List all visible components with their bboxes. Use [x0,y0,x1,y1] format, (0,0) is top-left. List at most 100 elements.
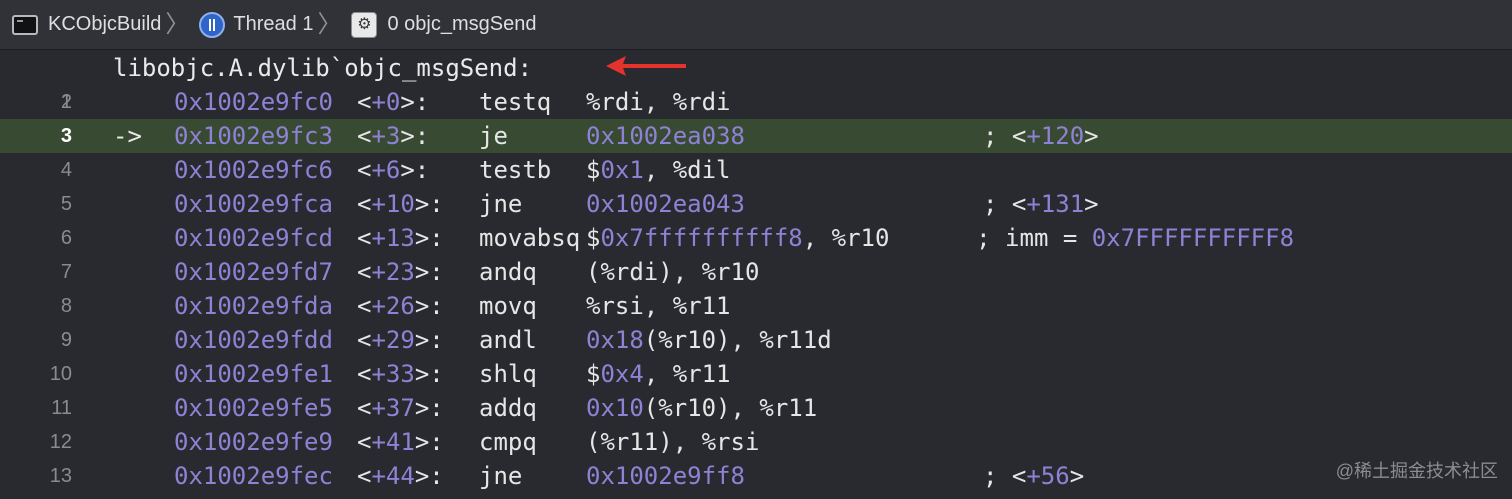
instruction-address: 0x1002e9fcd [174,224,333,252]
operand-part: (%r10), %r11d [643,326,832,354]
crumb-frame[interactable]: ⚙ 0 objc_msgSend [347,0,536,50]
line-number: 5 [60,193,72,215]
instruction-address: 0x1002e9fe1 [174,360,333,388]
instruction-address: 0x1002e9fca [174,190,333,218]
offset-close: >: [414,224,444,252]
instruction-address: 0x1002e9fc0 [174,88,333,116]
offset-close: >: [400,156,430,184]
offset-open: < [357,88,372,116]
operand-part: 0x18 [586,326,644,354]
line-number: 12 [49,431,72,453]
offset-close: >: [414,326,444,354]
offset-open: < [357,394,372,422]
mnemonic: jne [479,462,523,490]
disassembly-view[interactable]: 1 libobjc.A.dylib`objc_msgSend: 2 0x1002e… [0,51,1512,499]
instruction-offset: <+37>: [357,391,444,425]
instruction-address: 0x1002e9fda [174,292,333,320]
operand-part: 0x10 [586,394,644,422]
operands: $0x7ffffffffff8, %r10 ; imm = 0x7FFFFFFF… [586,221,1294,255]
offset-value: +37 [371,394,415,422]
comment-part: > [1069,462,1085,490]
mnemonic: testq [479,88,552,116]
chevron-right-icon: 〉 [165,10,190,38]
line-number: 3 [60,125,72,147]
offset-open: < [357,462,372,490]
comment-part: +120 [1026,122,1085,150]
instruction-address: 0x1002e9fd7 [174,258,333,286]
operand-part: (%r10), %r11 [643,394,818,422]
offset-value: +26 [371,292,415,320]
offset-close: >: [414,428,444,456]
code-line: 12 0x1002e9fe9 <+41>: cmpq (%r11), %rsi [0,425,1512,459]
instruction-offset: <+23>: [357,255,444,289]
mnemonic: je [479,122,508,150]
comment: ; <+131> [983,187,1099,221]
crumb-thread[interactable]: Thread 1 [195,0,313,50]
operand-part: 0x7FFFFFFFFFF8 [1091,224,1295,252]
operand-part: (%rdi), %r10 [586,258,760,286]
offset-open: < [357,258,372,286]
operands: 0x10(%r10), %r11 [586,391,817,425]
crumb-scheme[interactable]: KCObjcBuild [0,0,161,50]
code-line: 9 0x1002e9fdd <+29>: andl 0x18(%r10), %r11d [0,323,1512,357]
offset-open: < [357,292,372,320]
instruction-offset: <+10>: [357,187,444,221]
operands: (%r11), %rsi [586,425,759,459]
instruction-offset: <+13>: [357,221,444,255]
operand-part: $ [586,156,601,184]
offset-value: +41 [371,428,415,456]
watermark: @稀土掘金技术社区 [1335,461,1498,481]
comment-part: > [1084,122,1099,150]
instruction-offset: <+6>: [357,153,429,187]
offset-value: +0 [371,88,401,116]
crumb-scheme-label: KCObjcBuild [48,13,162,35]
code-line: 5 0x1002e9fca <+10>: jne 0x1002ea043 ; <+131> [0,187,1512,221]
operands: 0x1002ea043 [586,187,745,221]
instruction-address: 0x1002e9fc6 [174,156,333,184]
operands: 0x1002ea038 [586,119,745,153]
offset-open: < [357,122,372,150]
mnemonic: addq [479,394,537,422]
crumb-thread-label: Thread 1 [233,13,314,35]
offset-close: >: [400,122,430,150]
code-line: 13 0x1002e9fec <+44>: jne 0x1002e9ff8 ; <+56> [0,459,1512,493]
comment-part: ; < [983,462,1027,490]
operand-part: (%r11), %rsi [586,428,760,456]
operand-part: 0x1002ea038 [586,122,745,150]
code-line: 7 0x1002e9fd7 <+23>: andq (%rdi), %r10 [0,255,1512,289]
offset-value: +13 [371,224,415,252]
code-line: 4 0x1002e9fc6 <+6>: testb $0x1, %dil [0,153,1512,187]
comment-part: > [1084,190,1099,218]
offset-close: >: [414,258,444,286]
mnemonic: testb [479,156,552,184]
operand-part: 0x1002ea043 [586,190,745,218]
pc-arrow: -> [113,122,142,150]
offset-close: >: [414,462,444,490]
line-number: 7 [60,261,72,283]
code-line: 2 0x1002e9fc0 <+0>: testq %rdi, %rdi [0,85,1512,119]
operand-part: $ [586,360,601,388]
comment-part: ; < [983,190,1027,218]
instruction-offset: <+29>: [357,323,444,357]
operand-part: $ [586,224,601,252]
code-line: 10 0x1002e9fe1 <+33>: shlq $0x4, %r11 [0,357,1512,391]
code-line: 11 0x1002e9fe5 <+37>: addq 0x10(%r10), %r11 [0,391,1512,425]
operand-part: , %r10 ; imm = [802,224,1092,252]
terminal-icon [12,14,38,35]
operands: %rdi, %rdi [586,85,731,119]
line-number: 9 [60,329,72,351]
instruction-address: 0x1002e9fc3 [174,122,333,150]
offset-close: >: [414,292,444,320]
instruction-address: 0x1002e9fdd [174,326,333,354]
instruction-address: 0x1002e9fec [174,462,333,490]
instruction-offset: <+41>: [357,425,444,459]
offset-close: >: [414,394,444,422]
mnemonic: shlq [479,360,537,388]
operand-part: %rsi, %r11 [586,292,731,320]
line-number: 10 [49,363,72,385]
line-number: 6 [60,227,72,249]
operand-part: 0x4 [600,360,644,388]
instruction-offset: <+0>: [357,85,429,119]
offset-close: >: [400,88,430,116]
offset-value: +6 [371,156,401,184]
